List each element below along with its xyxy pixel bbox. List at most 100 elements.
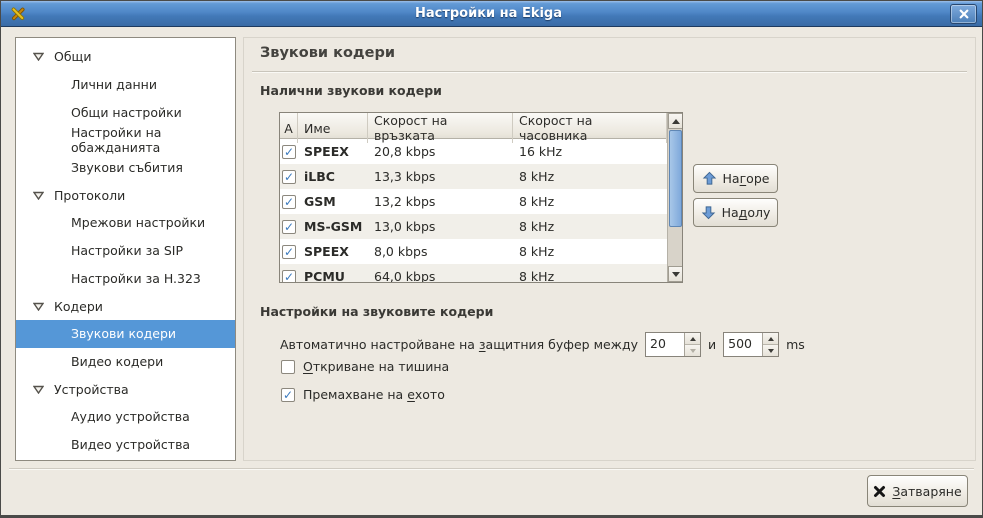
silence-detection-checkbox[interactable]: ✓ — [281, 360, 295, 374]
column-header-bitrate[interactable]: Скорост на връзката — [368, 113, 513, 143]
arrow-up-icon — [672, 119, 680, 124]
codec-bitrate: 13,2 kbps — [368, 194, 513, 209]
codec-bitrate: 20,8 kbps — [368, 144, 513, 159]
sidebar-item-label: Настройки за H.323 — [71, 271, 201, 286]
move-down-button[interactable]: Надолу — [693, 198, 778, 227]
sidebar-item-label: Звукови кодери — [71, 326, 176, 341]
spin-up-icon — [690, 337, 696, 341]
table-header: A Име Скорост на връзката Скорост на час… — [280, 113, 667, 139]
sidebar-group-label: Протоколи — [54, 188, 125, 203]
codec-name: SPEEX — [298, 144, 368, 159]
audio-codecs-panel: Звукови кодери Налични звукови кодери A … — [243, 37, 976, 461]
column-header-active[interactable]: A — [280, 113, 298, 143]
codec-enabled-checkbox[interactable]: ✓ — [282, 145, 296, 159]
jitter-max-value[interactable]: 500 — [724, 333, 762, 356]
codecs-treeview: A Име Скорост на връзката Скорост на час… — [280, 113, 667, 282]
codec-clockrate: 16 kHz — [513, 144, 667, 159]
move-up-button[interactable]: Нагоре — [693, 164, 778, 193]
jitter-between-label: и — [708, 337, 716, 352]
separator — [9, 468, 974, 470]
jitter-min-spinbox[interactable]: 20 — [645, 332, 701, 357]
check-mark-icon: ✓ — [284, 221, 294, 233]
jitter-min-value[interactable]: 20 — [646, 333, 684, 356]
close-button-label: Затваряне — [892, 484, 961, 499]
codec-bitrate: 8,0 kbps — [368, 244, 513, 259]
check-mark-icon: ✓ — [284, 196, 294, 208]
jitter-max-spinbox[interactable]: 500 — [723, 332, 779, 357]
separator — [252, 71, 967, 73]
sidebar-item-call-options[interactable]: Настройки на обажданията — [16, 126, 235, 154]
expander-icon[interactable] — [33, 191, 44, 200]
codec-name: GSM — [298, 194, 368, 209]
jitter-min-spin-up[interactable] — [685, 333, 700, 344]
scrollbar-up-button[interactable] — [668, 113, 683, 129]
echo-cancellation-checkbox[interactable]: ✓ — [281, 388, 295, 402]
sidebar-item-label: Видео кодери — [71, 354, 163, 369]
table-row[interactable]: ✓ SPEEX 8,0 kbps 8 kHz — [280, 239, 667, 264]
jitter-max-spin-up[interactable] — [763, 333, 778, 344]
sidebar-group-general[interactable]: Общи — [16, 43, 235, 71]
scrollbar-track[interactable] — [668, 228, 683, 266]
expander-icon[interactable] — [33, 385, 44, 394]
sidebar-item-personal-data[interactable]: Лични данни — [16, 71, 235, 99]
sidebar-item-video-codecs[interactable]: Видео кодери — [16, 348, 235, 376]
titlebar: Настройки на Ekiga — [1, 1, 982, 27]
move-up-label: Нагоре — [723, 171, 770, 186]
codec-enabled-checkbox[interactable]: ✓ — [282, 170, 296, 184]
sidebar-item-label: Аудио устройства — [71, 409, 190, 424]
codec-enabled-checkbox[interactable]: ✓ — [282, 245, 296, 259]
move-down-label: Надолу — [722, 205, 771, 220]
column-header-name[interactable]: Име — [298, 113, 368, 143]
check-mark-icon: ✓ — [284, 146, 294, 158]
codec-name: MS-GSM — [298, 219, 368, 234]
jitter-min-spin-down[interactable] — [685, 344, 700, 356]
codec-enabled-checkbox[interactable]: ✓ — [282, 195, 296, 209]
sidebar-item-audio-devices[interactable]: Аудио устройства — [16, 403, 235, 431]
silence-detection-row[interactable]: ✓ Откриване на тишина — [281, 359, 449, 374]
scrollbar-down-button[interactable] — [668, 266, 683, 282]
jitter-max-spin-down[interactable] — [763, 344, 778, 356]
close-dialog-button[interactable]: Затваряне — [867, 475, 968, 507]
sidebar-group-label: Общи — [54, 49, 91, 64]
sidebar-item-sip-settings[interactable]: Настройки за SIP — [16, 237, 235, 265]
table-row[interactable]: ✓ GSM 13,2 kbps 8 kHz — [280, 189, 667, 214]
sidebar-group-protocols[interactable]: Протоколи — [16, 181, 235, 209]
echo-cancellation-row[interactable]: ✓ Премахване на ехото — [281, 387, 445, 402]
sidebar-item-label: Настройки на обажданията — [71, 125, 235, 155]
sidebar-item-video-devices[interactable]: Видео устройства — [16, 431, 235, 459]
jitter-buffer-label: Автоматично настройване на защитния буфе… — [280, 337, 638, 352]
codec-name: iLBC — [298, 169, 368, 184]
up-arrow-icon — [702, 171, 717, 186]
codec-clockrate: 8 kHz — [513, 269, 667, 283]
table-row[interactable]: ✓ MS-GSM 13,0 kbps 8 kHz — [280, 214, 667, 239]
sidebar-item-general-settings[interactable]: Общи настройки — [16, 98, 235, 126]
table-scrollbar — [667, 113, 683, 282]
codec-enabled-checkbox[interactable]: ✓ — [282, 270, 296, 284]
table-row[interactable]: ✓ iLBC 13,3 kbps 8 kHz — [280, 164, 667, 189]
sidebar-group-label: Устройства — [54, 382, 129, 397]
close-x-icon — [959, 9, 969, 19]
expander-icon[interactable] — [33, 302, 44, 311]
table-row[interactable]: ✓ PCMU 64,0 kbps 8 kHz — [280, 264, 667, 283]
codecs-table: A Име Скорост на връзката Скорост на час… — [279, 112, 683, 283]
sidebar-group-devices[interactable]: Устройства — [16, 375, 235, 403]
sidebar-item-audio-codecs[interactable]: Звукови кодери — [16, 320, 235, 348]
preferences-dialog: Настройки на Ekiga Общи Лични данни Общи… — [0, 0, 983, 518]
column-header-clockrate[interactable]: Скорост на часовника — [513, 113, 667, 143]
down-arrow-icon — [701, 205, 716, 220]
check-mark-icon: ✓ — [284, 171, 294, 183]
window-tools-icon[interactable] — [9, 5, 27, 23]
sidebar-item-h323-settings[interactable]: Настройки за H.323 — [16, 265, 235, 293]
sidebar-group-codecs[interactable]: Кодери — [16, 292, 235, 320]
scrollbar-thumb[interactable] — [669, 130, 682, 227]
window-close-button[interactable] — [950, 4, 977, 24]
spin-down-icon — [690, 349, 696, 353]
page-title: Звукови кодери — [260, 45, 395, 61]
codec-clockrate: 8 kHz — [513, 194, 667, 209]
spin-up-icon — [768, 337, 774, 341]
codec-enabled-checkbox[interactable]: ✓ — [282, 220, 296, 234]
sidebar-item-sound-events[interactable]: Звукови събития — [16, 154, 235, 182]
expander-icon[interactable] — [33, 52, 44, 61]
sidebar-item-network-settings[interactable]: Мрежови настройки — [16, 209, 235, 237]
codec-bitrate: 13,3 kbps — [368, 169, 513, 184]
